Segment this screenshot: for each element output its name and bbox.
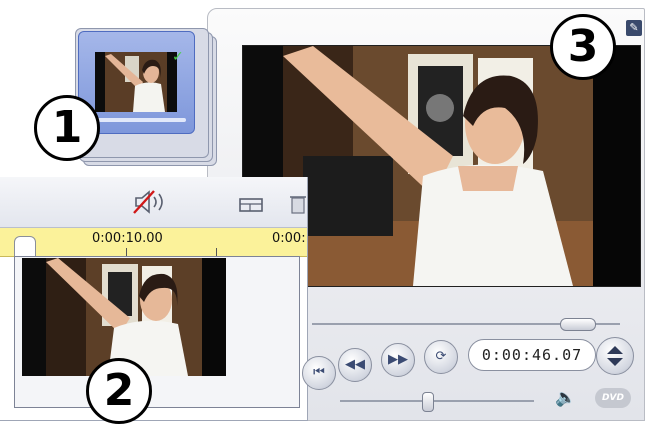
- playhead-marker[interactable]: [14, 236, 36, 258]
- fast-forward-button[interactable]: ▶▶: [381, 343, 415, 377]
- muted-speaker-icon[interactable]: [132, 189, 172, 215]
- storyboard-icon[interactable]: [238, 196, 264, 214]
- callout-2: 2: [86, 358, 152, 424]
- pin-icon[interactable]: ✎: [626, 20, 642, 36]
- callout-1: 1: [34, 95, 100, 161]
- up-down-arrows-icon: [607, 346, 623, 366]
- timecode-display[interactable]: 0:00:46.07: [468, 339, 596, 371]
- volume-track[interactable]: [340, 400, 534, 402]
- volume-knob[interactable]: [422, 392, 434, 412]
- trash-icon[interactable]: [289, 193, 307, 215]
- card-progress-bar: [86, 118, 186, 122]
- ruler-label: 0:00:: [272, 231, 306, 246]
- ruler-tick: [216, 248, 217, 256]
- dvd-button[interactable]: DVD: [595, 388, 631, 408]
- speaker-icon[interactable]: 🔈: [554, 386, 578, 410]
- callout-3: 3: [550, 14, 616, 80]
- timecode-spinner[interactable]: [596, 337, 634, 375]
- rewind-button[interactable]: ◀◀: [338, 348, 372, 382]
- ruler-label: 0:00:10.00: [92, 231, 163, 246]
- check-icon: ✓: [172, 49, 184, 65]
- ruler-tick: [126, 248, 127, 256]
- home-button[interactable]: ⏮: [302, 356, 336, 390]
- scrub-knob[interactable]: [560, 318, 596, 331]
- repeat-button[interactable]: ⟳: [424, 340, 458, 374]
- clip-thumbnail-image: [95, 52, 177, 112]
- clip-thumbnail: [95, 52, 177, 112]
